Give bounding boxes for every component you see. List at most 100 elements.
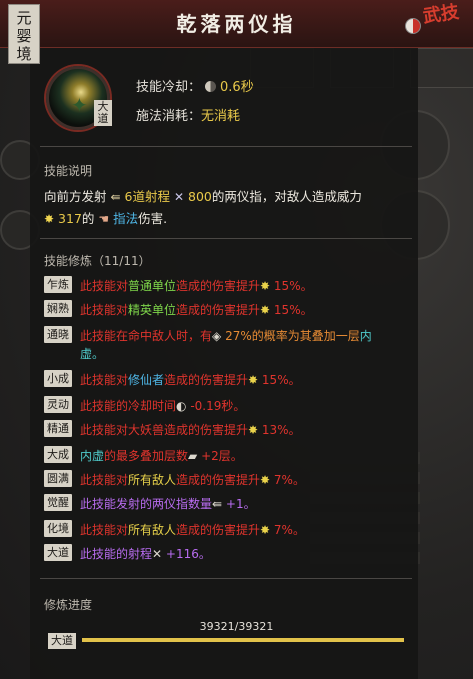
- badge-char: 道: [97, 112, 109, 125]
- cultivation-effect-text: 此技能对修仙者造成的伤害提升✸ 15%。: [80, 371, 301, 389]
- effect-segment: ◐: [176, 399, 187, 413]
- effect-segment: ✸: [260, 523, 271, 537]
- effect-segment: 此技能对: [80, 303, 129, 317]
- realm-tag: 元婴境: [8, 4, 40, 64]
- realm-char: 婴: [16, 27, 32, 45]
- effect-segment: 所有敌人: [128, 473, 177, 487]
- cultivation-tier-tag: 小成: [44, 370, 72, 387]
- projectile-icon: ⇚: [110, 190, 121, 204]
- progress-section-label: 修炼进度: [44, 598, 93, 612]
- cultivation-effect-text: 此技能对普通单位造成的伤害提升✸ 15%。: [80, 277, 313, 295]
- effect-segment: +1。: [222, 497, 256, 511]
- cultivation-effect-text: 此技能对所有敌人造成的伤害提升✸ 7%。: [80, 521, 305, 539]
- effect-segment: 此技能的射程: [80, 547, 153, 561]
- cost-value: 无消耗: [201, 109, 241, 124]
- effect-segment: 造成的伤害提升: [176, 473, 261, 487]
- divider: [40, 578, 412, 579]
- skill-detail-panel: [30, 48, 418, 679]
- cultivation-effect-text: 此技能对所有敌人造成的伤害提升✸ 7%。: [80, 471, 305, 489]
- skill-description: 向前方发射 ⇚ 6道射程 ✕ 800的两仪指，对敌人造成威力 ✸ 317的 ☚ …: [44, 186, 404, 230]
- effect-segment: 修仙者: [128, 373, 165, 387]
- skill-title: 乾落两仪指: [176, 12, 297, 36]
- cultivation-effect-text: 此技能对精英单位造成的伤害提升✸ 15%。: [80, 301, 313, 319]
- effect-segment: 15%。: [258, 373, 301, 387]
- cultivation-effect-text: 此技能对大妖兽造成的伤害提升✸ 13%。: [80, 421, 301, 439]
- effect-segment: 此技能在命中敌人时，有: [80, 329, 213, 343]
- progress-rank-tag: 大道: [48, 633, 76, 649]
- cultivation-tier-tag: 通晓: [44, 326, 72, 343]
- effect-segment: 此技能对: [80, 473, 129, 487]
- effect-segment: 此技能对: [80, 373, 129, 387]
- finger-technique-icon: ☚: [98, 212, 110, 226]
- effect-segment: 此技能对: [80, 279, 129, 293]
- effect-segment: ◈: [212, 329, 222, 343]
- effect-segment: 15%。: [270, 303, 313, 317]
- cultivation-tier-tag: 娴熟: [44, 300, 72, 317]
- corner-text: 武技: [421, 1, 461, 28]
- martial-skill-emblem: 武技: [405, 1, 463, 48]
- cultivation-effect-text: 内虚的最多叠加层数▰ +2层。: [80, 447, 243, 465]
- desc-text: 的: [81, 211, 95, 226]
- cultivation-tier-tag: 大道: [44, 544, 72, 561]
- progress-bar-fill: [82, 638, 404, 642]
- effect-segment: 内虚: [80, 449, 105, 463]
- cultivation-effect-text: 此技能在命中敌人时，有◈ 27%的概率为其叠加一层内虚。: [80, 327, 372, 363]
- cooldown-value: 0.6秒: [220, 80, 254, 95]
- desc-range: 800: [188, 189, 212, 204]
- effect-segment: ⇚: [212, 497, 223, 511]
- cost-label: 施法消耗：: [136, 109, 202, 124]
- cultivation-tier-tag: 化境: [44, 520, 72, 537]
- desc-damage-type: 指法: [113, 211, 139, 226]
- cultivation-tier-tag: 精通: [44, 420, 72, 437]
- cooldown-label: 技能冷却：: [136, 80, 202, 95]
- effect-segment: 精英单位: [128, 303, 177, 317]
- cultivation-effect-text: 此技能的冷却时间◐ -0.19秒。: [80, 397, 245, 415]
- desc-text: 向前方发射: [44, 189, 107, 204]
- effect-segment: 13%。: [258, 423, 301, 437]
- effect-segment: ✕: [152, 547, 163, 561]
- desc-text: 伤害.: [138, 211, 168, 226]
- effect-segment: ✸: [260, 303, 271, 317]
- effect-segment: 此技能对大妖兽造成的伤害提升: [80, 423, 249, 437]
- effect-segment: +2层。: [197, 449, 243, 463]
- bg-panel: [410, 48, 473, 88]
- effect-segment: 造成的伤害提升: [176, 303, 261, 317]
- desc-count: 6道射程: [124, 189, 170, 204]
- range-icon: ✕: [173, 190, 185, 204]
- desc-text: 的两仪指，对敌人造成威力: [211, 189, 362, 204]
- effect-segment: 此技能的冷却时间: [80, 399, 177, 413]
- power-icon: ✸: [44, 212, 55, 226]
- effect-segment: 虚。: [80, 347, 105, 361]
- effect-segment: 造成的伤害提升: [176, 279, 261, 293]
- cooldown-icon: [205, 81, 217, 92]
- cultivation-section-label: 技能修炼（11/11）: [44, 254, 151, 268]
- realm-char: 元: [16, 9, 32, 27]
- cultivation-tier-tag: 觉醒: [44, 494, 72, 511]
- effect-segment: 7%。: [270, 473, 305, 487]
- effect-segment: 内: [359, 329, 372, 343]
- skill-rank-badge: 大道: [94, 100, 112, 126]
- effect-segment: 此技能对: [80, 523, 129, 537]
- yin-yang-icon: [405, 18, 421, 34]
- effect-segment: 27%的概率为其叠加一层: [221, 329, 360, 343]
- progress-bar: [82, 638, 404, 642]
- effect-segment: ✸: [248, 423, 259, 437]
- title-bar: 乾落两仪指 武技: [0, 0, 473, 48]
- effect-segment: 的最多叠加层数: [104, 449, 189, 463]
- effect-segment: +116。: [162, 547, 211, 561]
- cultivation-effect-text: 此技能的射程✕ +116。: [80, 545, 211, 563]
- effect-segment: ▰: [188, 449, 198, 463]
- effect-segment: 所有敌人: [128, 523, 177, 537]
- progress-count: 39321/39321: [199, 620, 274, 633]
- effect-segment: 15%。: [270, 279, 313, 293]
- divider: [40, 238, 412, 239]
- effect-segment: 7%。: [270, 523, 305, 537]
- cultivation-tier-tag: 圆满: [44, 470, 72, 487]
- effect-segment: 普通单位: [128, 279, 177, 293]
- effect-segment: ✸: [260, 279, 271, 293]
- effect-segment: 造成的伤害提升: [164, 373, 249, 387]
- cost-row: 施法消耗：无消耗: [136, 105, 240, 124]
- effect-segment: -0.19秒。: [186, 399, 246, 413]
- cultivation-tier-tag: 大成: [44, 446, 72, 463]
- description-section-label: 技能说明: [44, 164, 93, 178]
